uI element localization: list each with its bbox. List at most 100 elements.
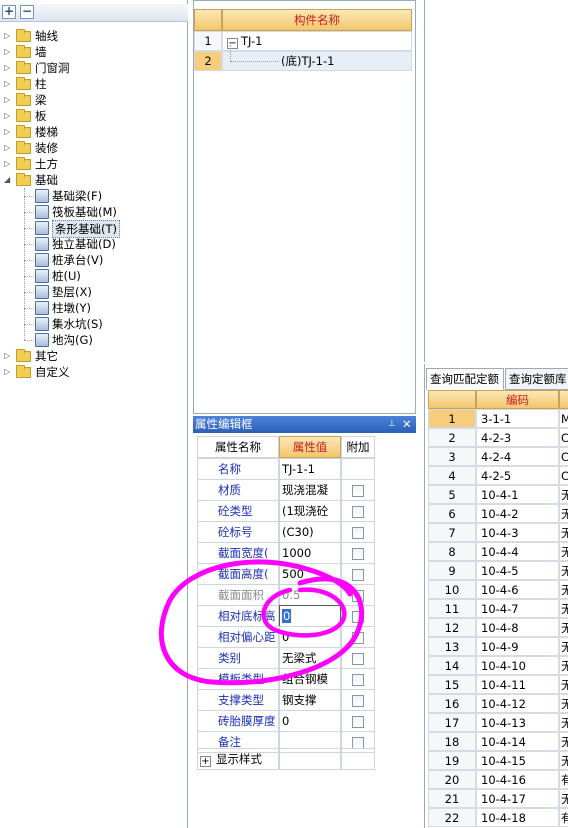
expanded-arrow-icon[interactable]: ◢ (4, 175, 11, 185)
quota-extra-cell[interactable]: 无 (559, 542, 568, 561)
attach-checkbox[interactable] (352, 632, 364, 644)
quota-code-cell[interactable]: 10-4-17 (476, 789, 559, 808)
quota-code-cell[interactable]: 4-2-4 (476, 447, 559, 466)
collapsed-arrow-icon[interactable]: ▷ (4, 95, 11, 105)
collapse-toggle-icon[interactable]: − (227, 38, 238, 49)
quota-extra-cell[interactable]: 有 (559, 770, 568, 789)
quota-code-cell[interactable]: 10-4-5 (476, 561, 559, 580)
collapsed-arrow-icon[interactable]: ▷ (4, 31, 11, 41)
attach-checkbox[interactable] (352, 548, 364, 560)
quota-code-cell[interactable]: 10-4-18 (476, 808, 559, 827)
property-value[interactable]: TJ-1-1 (279, 458, 341, 480)
quota-code-cell[interactable]: 10-4-8 (476, 618, 559, 637)
tree-subitem[interactable]: 筏板基础(M) (0, 204, 186, 220)
collapsed-arrow-icon[interactable]: ▷ (4, 351, 11, 361)
row-number[interactable]: 17 (428, 713, 476, 732)
attach-checkbox[interactable] (352, 695, 364, 707)
tab-quota-library[interactable]: 查询定额库 (505, 368, 568, 390)
property-value[interactable]: (1现浇砼 (279, 500, 341, 522)
quota-code-cell[interactable]: 10-4-11 (476, 675, 559, 694)
row-number[interactable]: 21 (428, 789, 476, 808)
quota-code-cell[interactable]: 10-4-15 (476, 751, 559, 770)
quota-extra-cell[interactable]: 无 (559, 751, 568, 770)
tree-item[interactable]: ▷ 墙 (0, 44, 186, 60)
quota-extra-cell[interactable]: 无 (559, 599, 568, 618)
tree-subitem[interactable]: 基础梁(F) (0, 188, 186, 204)
tree-item[interactable]: ▷ 板 (0, 108, 186, 124)
quota-extra-cell[interactable]: C (559, 428, 568, 447)
tree-item[interactable]: ▷ 其它 (0, 348, 186, 364)
row-number[interactable]: 16 (428, 694, 476, 713)
row-number[interactable]: 22 (428, 808, 476, 827)
attach-checkbox[interactable] (352, 527, 364, 539)
table-row[interactable]: − TJ-1 (222, 31, 412, 51)
property-value-input[interactable]: 0 (279, 605, 341, 627)
tree-item[interactable]: ▷ 土方 (0, 156, 186, 172)
quota-code-cell[interactable]: 10-4-14 (476, 732, 559, 751)
quota-code-cell[interactable]: 10-4-10 (476, 656, 559, 675)
quota-extra-cell[interactable]: 无 (559, 504, 568, 523)
tree-item[interactable]: ▷ 自定义 (0, 364, 186, 380)
row-number[interactable]: 7 (428, 523, 476, 542)
attach-checkbox[interactable] (352, 611, 364, 623)
quota-extra-cell[interactable]: 无 (559, 732, 568, 751)
quota-extra-cell[interactable]: 无 (559, 675, 568, 694)
row-number[interactable]: 8 (428, 542, 476, 561)
row-number[interactable]: 2 (194, 51, 222, 71)
property-value[interactable]: 现浇混凝 (279, 479, 341, 501)
quota-extra-cell[interactable]: 无 (559, 656, 568, 675)
row-number[interactable]: 1 (194, 31, 222, 51)
quota-code-cell[interactable]: 4-2-3 (476, 428, 559, 447)
tree-subitem[interactable]: 桩承台(V) (0, 252, 186, 268)
row-number[interactable]: 19 (428, 751, 476, 770)
quota-code-cell[interactable]: 10-4-12 (476, 694, 559, 713)
code-column-header[interactable]: 编码 (476, 390, 559, 409)
pin-icon[interactable]: ⊥ (388, 416, 396, 433)
quota-extra-cell[interactable]: 无 (559, 523, 568, 542)
attach-checkbox[interactable] (352, 653, 364, 665)
row-number[interactable]: 9 (428, 561, 476, 580)
collapsed-arrow-icon[interactable]: ▷ (4, 79, 11, 89)
row-number[interactable]: 6 (428, 504, 476, 523)
tree-item[interactable]: ▷ 梁 (0, 92, 186, 108)
tree-subitem[interactable]: 柱墩(Y) (0, 300, 186, 316)
quota-extra-cell[interactable]: 无 (559, 637, 568, 656)
row-number[interactable]: 14 (428, 656, 476, 675)
display-style-row[interactable]: + 显示样式 (197, 748, 279, 770)
collapsed-arrow-icon[interactable]: ▷ (4, 47, 11, 57)
property-value[interactable]: 500 (279, 563, 341, 585)
tree-item[interactable]: ▷ 门窗洞 (0, 60, 186, 76)
row-number[interactable]: 13 (428, 637, 476, 656)
quota-code-cell[interactable]: 10-4-4 (476, 542, 559, 561)
tree-subitem[interactable]: 条形基础(T) (0, 220, 186, 238)
property-value[interactable]: 0 (279, 710, 341, 732)
collapsed-arrow-icon[interactable]: ▷ (4, 63, 11, 73)
attach-checkbox[interactable] (352, 674, 364, 686)
attach-checkbox[interactable] (352, 569, 364, 581)
tree-item[interactable]: ▷ 轴线 (0, 28, 186, 44)
row-number[interactable]: 18 (428, 732, 476, 751)
row-number[interactable]: 10 (428, 580, 476, 599)
row-number[interactable]: 5 (428, 485, 476, 504)
quota-code-cell[interactable]: 3-1-1 (476, 409, 559, 428)
expand-icon[interactable]: + (200, 756, 211, 767)
property-value[interactable]: (C30) (279, 521, 341, 543)
property-value[interactable]: 钢支撑 (279, 689, 341, 711)
row-number[interactable]: 15 (428, 675, 476, 694)
attach-checkbox[interactable] (352, 590, 364, 602)
close-icon[interactable]: ✕ (402, 416, 412, 433)
property-value[interactable]: 0 (279, 626, 341, 648)
collapse-all-button[interactable]: − (20, 5, 34, 19)
attach-checkbox[interactable] (352, 506, 364, 518)
tree-subitem[interactable]: 桩(U) (0, 268, 186, 284)
tree-subitem[interactable]: 垫层(X) (0, 284, 186, 300)
property-value[interactable]: 1000 (279, 542, 341, 564)
row-number[interactable]: 2 (428, 428, 476, 447)
tree-subitem[interactable]: 集水坑(S) (0, 316, 186, 332)
collapsed-arrow-icon[interactable]: ▷ (4, 367, 11, 377)
quota-extra-cell[interactable]: 无 (559, 485, 568, 504)
tree-subitem[interactable]: 地沟(G) (0, 332, 186, 348)
quota-code-cell[interactable]: 10-4-3 (476, 523, 559, 542)
collapsed-arrow-icon[interactable]: ▷ (4, 143, 11, 153)
row-number[interactable]: 4 (428, 466, 476, 485)
